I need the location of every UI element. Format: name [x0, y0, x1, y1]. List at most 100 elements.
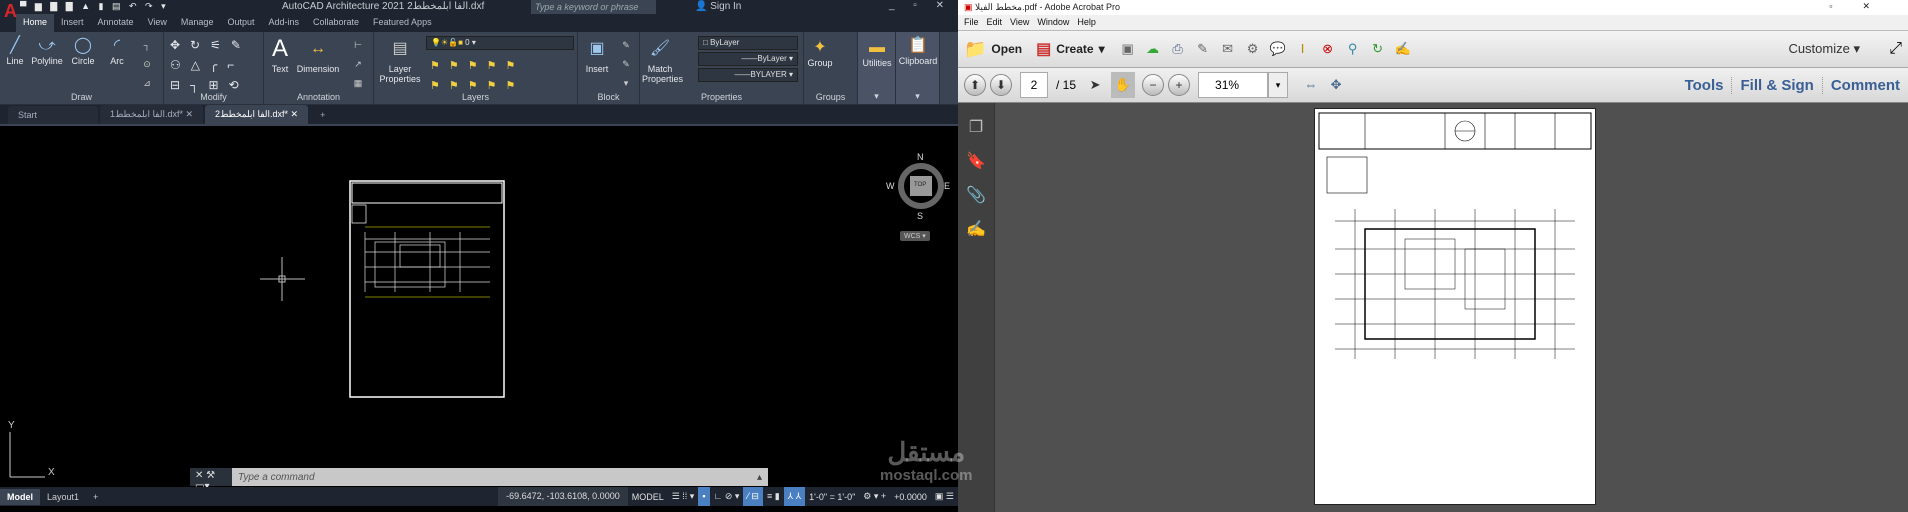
fit-page-icon[interactable]: ✥ — [1327, 76, 1345, 94]
customize-status-icon[interactable]: ▣ ☰ — [931, 491, 958, 502]
layers-panel-label[interactable]: Layers — [374, 92, 577, 102]
circle-tool[interactable]: ◯ Circle — [68, 36, 98, 66]
rotate-page-icon[interactable]: ↻ — [1369, 40, 1387, 58]
layer-dropdown[interactable]: 💡☀🔓■ 0 ▾ — [426, 36, 574, 50]
print-icon[interactable]: ⎙ — [1169, 40, 1187, 58]
menu-view[interactable]: View — [1010, 17, 1029, 28]
dimension-tool[interactable]: ↔ Dimension — [294, 34, 342, 74]
menu-window[interactable]: Window — [1037, 17, 1069, 28]
viewcube-top[interactable]: TOP — [914, 182, 926, 188]
linetype-dropdown[interactable]: ——ByLayer ▾ — [698, 52, 798, 66]
attachments-icon[interactable]: 📎 — [958, 185, 994, 205]
modify-panel-label[interactable]: Modify — [164, 92, 263, 102]
tab-insert[interactable]: Insert — [54, 14, 91, 32]
comment-icon[interactable]: 💬 — [1269, 40, 1287, 58]
model-space-button[interactable]: MODEL — [628, 492, 668, 502]
ortho-polar-icons[interactable]: ∟ ⊘ ▾ — [710, 491, 744, 502]
draw-panel-label[interactable]: Draw — [0, 92, 163, 102]
doc-tab-start[interactable]: Start — [8, 106, 98, 124]
save-icon[interactable]: ▣ — [1119, 40, 1137, 58]
properties-panel-label[interactable]: Properties — [640, 92, 803, 102]
arc-tool[interactable]: ◜ Arc — [102, 36, 132, 66]
modify-tools[interactable]: ✥↻⚟✎ ⚇△╭⌐ ⊟┐⊞⟲ — [170, 35, 260, 95]
layer-properties-tool[interactable]: ▤ Layer Properties — [378, 34, 422, 84]
tab-home[interactable]: Home — [16, 14, 55, 32]
tab-add-ins[interactable]: Add-ins — [261, 14, 306, 32]
zoom-out-button[interactable]: − — [1142, 74, 1165, 96]
tab-collaborate[interactable]: Collaborate — [306, 14, 366, 32]
command-history-arrow-icon[interactable]: ▴ — [757, 472, 768, 483]
highlight-text-icon[interactable]: I — [1294, 40, 1312, 58]
viewcube-south[interactable]: S — [917, 211, 923, 221]
menu-file[interactable]: File — [964, 17, 979, 28]
email-icon[interactable]: ✉ — [1219, 40, 1237, 58]
create-button[interactable]: ▤ Create ▾ — [1036, 39, 1105, 59]
grid-icon[interactable]: ☰ ⁞⁞ ▾ — [668, 491, 699, 502]
match-properties-tool[interactable]: 🖌 Match Properties — [642, 34, 683, 84]
new-tab-button[interactable]: + — [310, 106, 335, 124]
customize-button[interactable]: Customize ▾ — [1788, 41, 1860, 57]
command-icons[interactable]: ✕ ⚒ ▭▾ — [190, 468, 232, 492]
page-thumbnails-icon[interactable]: ❐ — [958, 117, 994, 137]
fit-width-icon[interactable]: ⇔ — [1302, 76, 1320, 94]
zoom-level-input[interactable]: 31% — [1198, 72, 1269, 98]
draw-small-tools[interactable]: ┐ ⊙ ⊿ — [136, 36, 158, 93]
text-tool[interactable]: A Text — [268, 34, 292, 74]
command-input[interactable]: Type a command — [232, 472, 757, 483]
viewcube-east[interactable]: E — [944, 181, 950, 191]
group-tool[interactable]: ✦ Group — [806, 38, 834, 68]
autocad-logo-icon[interactable]: A — [4, 0, 17, 22]
hand-tool-icon[interactable]: ✋ — [1111, 72, 1136, 98]
doc-tab-file-2[interactable]: 2الفا ابلمخطط.dxf* ✕ — [205, 105, 309, 124]
clipboard-button[interactable]: 📋 Clipboard ▾ — [896, 32, 940, 104]
previous-page-button[interactable]: ⬆ — [964, 74, 986, 96]
zoom-dropdown-button[interactable]: ▾ — [1268, 72, 1289, 98]
expand-icon[interactable]: ⤢ — [1889, 40, 1902, 58]
select-cursor-icon[interactable]: ➤ — [1086, 76, 1104, 94]
search-input[interactable]: Type a keyword or phrase — [531, 0, 656, 14]
signatures-icon[interactable]: ✍ — [958, 219, 994, 239]
layer-tools[interactable]: ⚑⚑⚑⚑⚑ ⚑⚑⚑⚑⚑ — [430, 56, 570, 96]
menu-help[interactable]: Help — [1077, 17, 1096, 28]
lineweight-icon[interactable]: ≡ ▮ — [763, 491, 784, 502]
tab-annotate[interactable]: Annotate — [91, 14, 141, 32]
color-dropdown[interactable]: □ ByLayer — [698, 36, 798, 50]
layout1-tab[interactable]: Layout1 — [40, 489, 86, 505]
infer-constraints-icon[interactable]: ▪ — [698, 487, 710, 506]
upload-cloud-icon[interactable]: ☁ — [1144, 40, 1162, 58]
open-button[interactable]: 📁 Open — [964, 39, 1022, 60]
groups-panel-label[interactable]: Groups — [804, 92, 857, 102]
annotation-scale[interactable]: 1'-0" = 1'-0" — [805, 492, 859, 502]
drawing-canvas[interactable]: N S E W TOP WCS ▾ Y X — [0, 127, 958, 487]
comment-link[interactable]: Comment — [1821, 76, 1908, 94]
next-page-button[interactable]: ⬇ — [990, 74, 1012, 96]
tab-manage[interactable]: Manage — [174, 14, 221, 32]
annotation-panel-label[interactable]: Annotation — [264, 92, 373, 102]
fill-sign-link[interactable]: Fill & Sign — [1731, 76, 1821, 94]
utilities-button[interactable]: ▬ Utilities ▾ — [858, 32, 896, 104]
settings-gear-icon[interactable]: ⚙ — [1244, 40, 1262, 58]
quick-access-toolbar[interactable]: ▀ ▆ ▇ ▇ ▲ ▮ ▤ ↶ ↷ ▾ — [20, 1, 169, 12]
workspace-gear-icon[interactable]: ⚙ ▾ + — [859, 491, 890, 502]
polyline-tool[interactable]: ⤻ Polyline — [30, 36, 64, 66]
edit-document-icon[interactable]: ✎ — [1194, 40, 1212, 58]
tab-featured-apps[interactable]: Featured Apps — [366, 14, 439, 32]
line-tool[interactable]: ╱ Line — [2, 36, 28, 66]
acrobat-window-controls[interactable]: ▫✕ — [1829, 1, 1900, 12]
osnap-icon[interactable]: ⁄ ⊟ — [743, 487, 763, 506]
sign-document-icon[interactable]: ✍ — [1394, 40, 1412, 58]
search-document-icon[interactable]: ⚲ — [1344, 40, 1362, 58]
delete-pages-icon[interactable]: ⊗ — [1319, 40, 1337, 58]
window-controls[interactable]: _ ▫ ✕ — [889, 0, 952, 11]
add-layout-button[interactable]: + — [86, 489, 105, 505]
pdf-page[interactable] — [1314, 108, 1596, 505]
tab-output[interactable]: Output — [220, 14, 261, 32]
zoom-in-button[interactable]: + — [1168, 74, 1191, 96]
insert-tool[interactable]: ▣ Insert — [582, 34, 612, 74]
tab-view[interactable]: View — [141, 14, 174, 32]
page-number-input[interactable]: 2 — [1020, 72, 1048, 98]
doc-tab-file-1[interactable]: 1الفا ابلمخطط.dxf* ✕ — [100, 105, 204, 124]
bookmarks-icon[interactable]: 🔖 — [958, 151, 994, 171]
annotation-visibility-icon[interactable]: ⅄ ⅄ — [783, 487, 806, 506]
model-tab[interactable]: Model — [0, 488, 40, 505]
